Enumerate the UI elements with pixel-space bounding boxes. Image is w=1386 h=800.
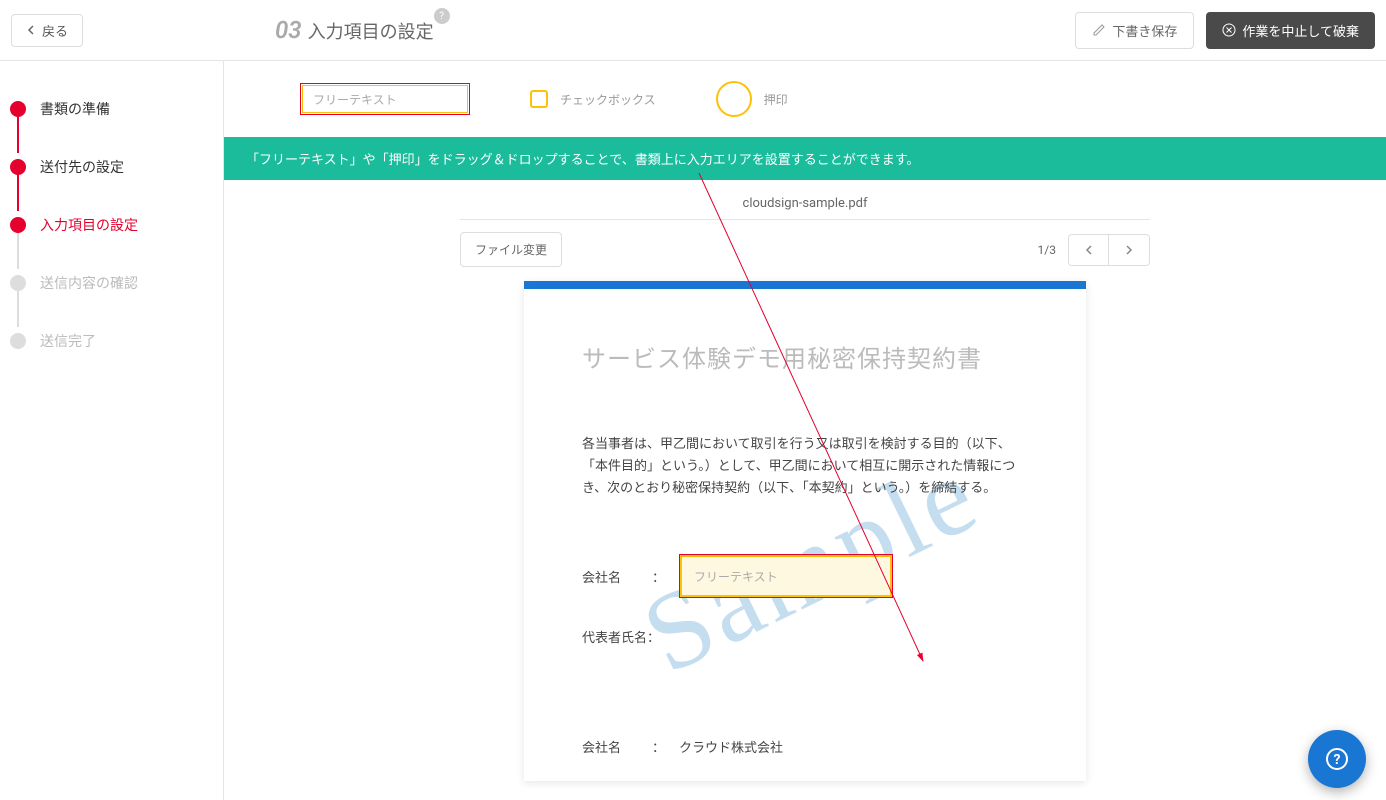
back-label: 戻る — [42, 21, 68, 40]
step-dot-icon — [10, 275, 26, 291]
edit-icon — [1092, 23, 1106, 37]
tool-seal[interactable]: 押印 — [716, 81, 788, 117]
sidebar-step-documents[interactable]: 書類の準備 — [10, 91, 213, 127]
step-number: 03 — [275, 16, 302, 44]
document-title: サービス体験デモ用秘密保持契約書 — [582, 339, 1028, 374]
file-change-button[interactable]: ファイル変更 — [460, 232, 562, 267]
step-title-text: 入力項目の設定 — [308, 18, 434, 44]
question-icon: ? — [1325, 747, 1349, 771]
field-company2: 会社名 ： クラウド株式会社 — [582, 730, 1028, 762]
document-topbar — [524, 281, 1086, 289]
help-icon[interactable]: ? — [434, 8, 450, 24]
svg-text:?: ? — [1334, 752, 1341, 768]
field-company: 会社名 ： フリーテキスト — [582, 560, 1028, 592]
tool-freetext[interactable]: フリーテキスト — [300, 83, 470, 115]
step-dot-icon — [10, 217, 26, 233]
info-banner: 「フリーテキスト」や「押印」をドラッグ＆ドロップすることで、書類上に入力エリアを… — [224, 137, 1386, 180]
document-page[interactable]: Sample サービス体験デモ用秘密保持契約書 各当事者は、甲乙間において取引を… — [524, 281, 1086, 781]
help-fab-button[interactable]: ? — [1308, 730, 1366, 788]
tool-checkbox[interactable]: チェックボックス — [530, 90, 656, 108]
document-header: cloudsign-sample.pdf — [224, 180, 1386, 220]
step-dot-icon — [10, 159, 26, 175]
document-controls: ファイル変更 1/3 — [224, 220, 1386, 267]
document-filename: cloudsign-sample.pdf — [460, 196, 1150, 220]
field-representative: 代表者氏名： — [582, 620, 1028, 652]
header-actions: 下書き保存 作業を中止して破棄 — [1075, 12, 1375, 49]
tool-palette: フリーテキスト チェックボックス 押印 — [224, 61, 1386, 137]
page-indicator: 1/3 — [1038, 243, 1056, 257]
close-circle-icon — [1222, 23, 1236, 37]
page-title: 03 入力項目の設定 ? — [275, 16, 434, 44]
chevron-left-icon — [26, 25, 36, 35]
pager: 1/3 — [1038, 234, 1150, 266]
sidebar-step-confirm[interactable]: 送信内容の確認 — [10, 265, 213, 301]
sidebar-step-complete: 送信完了 — [10, 323, 213, 359]
sidebar-step-recipients[interactable]: 送付先の設定 — [10, 149, 213, 185]
seal-icon — [716, 81, 752, 117]
dropped-freetext-field[interactable]: フリーテキスト — [679, 554, 893, 598]
back-button[interactable]: 戻る — [11, 14, 83, 47]
next-page-button[interactable] — [1109, 235, 1149, 265]
chevron-left-icon — [1085, 244, 1093, 256]
header: 戻る 03 入力項目の設定 ? 下書き保存 作業を中止して破棄 — [0, 0, 1386, 61]
sidebar: 書類の準備 送付先の設定 入力項目の設定 送信内容の確認 送信完了 — [0, 61, 224, 800]
main-content: フリーテキスト チェックボックス 押印 「フリーテキスト」や「押印」をドラッグ＆… — [224, 61, 1386, 800]
sidebar-step-fields[interactable]: 入力項目の設定 — [10, 207, 213, 243]
checkbox-icon — [530, 90, 548, 108]
step-dot-icon — [10, 333, 26, 349]
chevron-right-icon — [1125, 244, 1133, 256]
document-paragraph: 各当事者は、甲乙間において取引を行う又は取引を検討する目的（以下、「本件目的」と… — [582, 434, 1028, 500]
prev-page-button[interactable] — [1069, 235, 1109, 265]
step-dot-icon — [10, 101, 26, 117]
discard-button[interactable]: 作業を中止して破棄 — [1206, 12, 1375, 49]
save-draft-button[interactable]: 下書き保存 — [1075, 12, 1194, 49]
